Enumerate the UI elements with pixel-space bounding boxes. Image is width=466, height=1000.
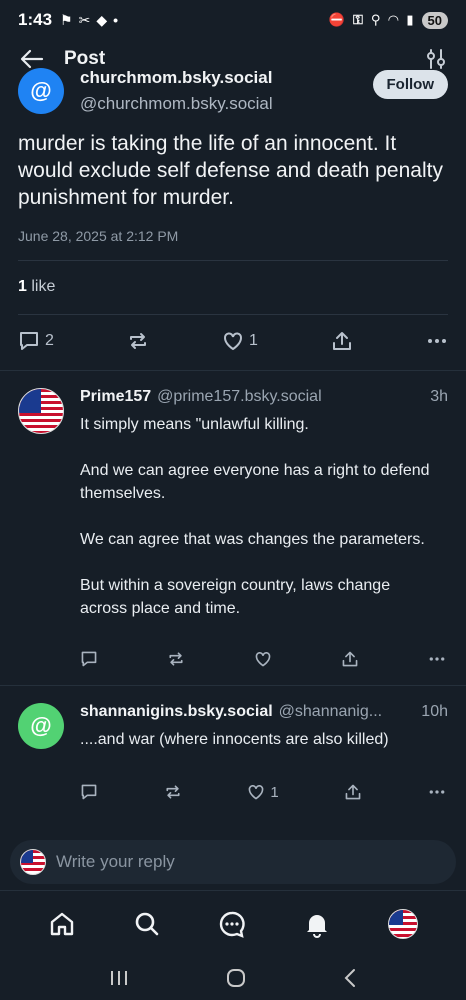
home-icon[interactable] xyxy=(48,910,76,938)
reply-placeholder[interactable]: Write your reply xyxy=(56,852,175,872)
bottom-nav xyxy=(0,890,466,956)
share-icon xyxy=(342,651,358,667)
reply-button[interactable]: 2 xyxy=(18,330,54,352)
wifi-icon: ◠ xyxy=(388,12,399,27)
like-count: 1 xyxy=(270,783,279,801)
search-icon[interactable] xyxy=(133,910,161,938)
dot-icon: • xyxy=(113,12,119,28)
reply-time: 10h xyxy=(421,703,448,720)
share-button[interactable] xyxy=(341,650,359,668)
author-display-name[interactable]: churchmom.bsky.social xyxy=(80,68,272,88)
my-avatar xyxy=(20,849,46,875)
reply-button[interactable] xyxy=(80,783,98,801)
repost-icon xyxy=(166,785,180,799)
page-title: Post xyxy=(64,48,106,69)
reply-author-name[interactable]: shannanigins.bsky.social xyxy=(80,703,273,721)
thread-settings-icon[interactable] xyxy=(426,48,446,70)
share-button[interactable] xyxy=(344,783,362,801)
notification-icon: ⚑ xyxy=(60,11,73,28)
post-date: June 28, 2025 at 2:12 PM xyxy=(18,228,179,244)
author-avatar[interactable]: @ xyxy=(18,68,64,114)
status-time: 1:43 xyxy=(18,10,53,29)
back-arrow-icon[interactable] xyxy=(20,49,44,69)
ellipsis-icon xyxy=(429,657,445,661)
heart-icon xyxy=(248,785,264,800)
comment-icon xyxy=(81,651,97,667)
signal-icon: ▮ xyxy=(406,12,414,27)
do-not-disturb-icon: ⛔ xyxy=(328,12,345,27)
reply-button[interactable] xyxy=(80,650,98,668)
reply-post: Prime157 @prime157.bsky.social 3h It sim… xyxy=(0,370,466,685)
heart-icon xyxy=(224,332,242,351)
repost-button[interactable] xyxy=(127,330,149,352)
ellipsis-icon xyxy=(429,790,445,794)
share-button[interactable] xyxy=(331,330,353,352)
system-nav xyxy=(0,956,466,1000)
game-controller-icon: ◆ xyxy=(96,11,108,28)
likes-count: 1 xyxy=(18,278,27,295)
battery-indicator: 50 xyxy=(421,11,448,29)
like-button[interactable] xyxy=(254,650,272,668)
more-options-button[interactable] xyxy=(428,783,446,801)
like-button[interactable]: 1 xyxy=(247,783,279,801)
back-icon[interactable] xyxy=(342,967,358,989)
more-options-button[interactable] xyxy=(426,330,448,352)
status-bar: 1:43 ⚑ ✂ ◆ • ⛔ ⚿ ⚲ ◠ ▮ 50 xyxy=(0,0,466,40)
heart-icon xyxy=(255,652,271,667)
more-options-button[interactable] xyxy=(428,650,446,668)
share-icon xyxy=(345,784,361,800)
reply-time: 3h xyxy=(430,388,448,405)
share-icon xyxy=(332,332,351,350)
likes-label: like xyxy=(31,278,56,295)
author-handle[interactable]: @churchmom.bsky.social xyxy=(80,94,273,114)
repost-button[interactable] xyxy=(167,650,185,668)
reply-author-handle[interactable]: @prime157.bsky.social xyxy=(157,388,424,406)
repost-icon xyxy=(129,333,146,349)
reply-composer[interactable]: Write your reply xyxy=(10,840,456,884)
repost-icon xyxy=(169,652,183,666)
comment-icon xyxy=(81,784,97,800)
reply-text: ....and war (where innocents are also ki… xyxy=(80,731,389,748)
reply-count: 2 xyxy=(45,332,54,349)
home-button-icon[interactable] xyxy=(225,967,247,989)
missed-call-icon: ✂ xyxy=(78,11,91,28)
notifications-bell-icon[interactable] xyxy=(303,910,331,938)
ellipsis-icon xyxy=(428,339,446,343)
repost-button[interactable] xyxy=(164,783,182,801)
profile-avatar[interactable] xyxy=(387,908,418,939)
reply-author-name[interactable]: Prime157 xyxy=(80,388,151,406)
comment-icon xyxy=(20,332,38,350)
post-actions: 2 1 xyxy=(18,330,448,352)
chat-icon[interactable] xyxy=(218,910,246,938)
reply-post: @ shannanigins.bsky.social @shannanig...… xyxy=(0,685,466,830)
likes-summary[interactable]: 1 like xyxy=(18,278,55,296)
reply-actions: 1 xyxy=(80,783,446,801)
recent-apps-icon[interactable] xyxy=(108,968,130,988)
reply-actions xyxy=(80,650,446,668)
like-count: 1 xyxy=(249,332,258,349)
key-icon: ⚿ xyxy=(352,12,363,27)
reply-avatar[interactable]: @ xyxy=(18,703,64,749)
reply-author-handle[interactable]: @shannanig... xyxy=(279,703,416,721)
reply-avatar[interactable] xyxy=(18,388,64,434)
follow-button[interactable]: Follow xyxy=(372,70,448,99)
like-button[interactable]: 1 xyxy=(222,330,258,352)
location-icon: ⚲ xyxy=(370,12,381,27)
reply-text: It simply means "unlawful killing. And w… xyxy=(80,416,430,617)
post-text: murder is taking the life of an innocent… xyxy=(18,132,443,209)
